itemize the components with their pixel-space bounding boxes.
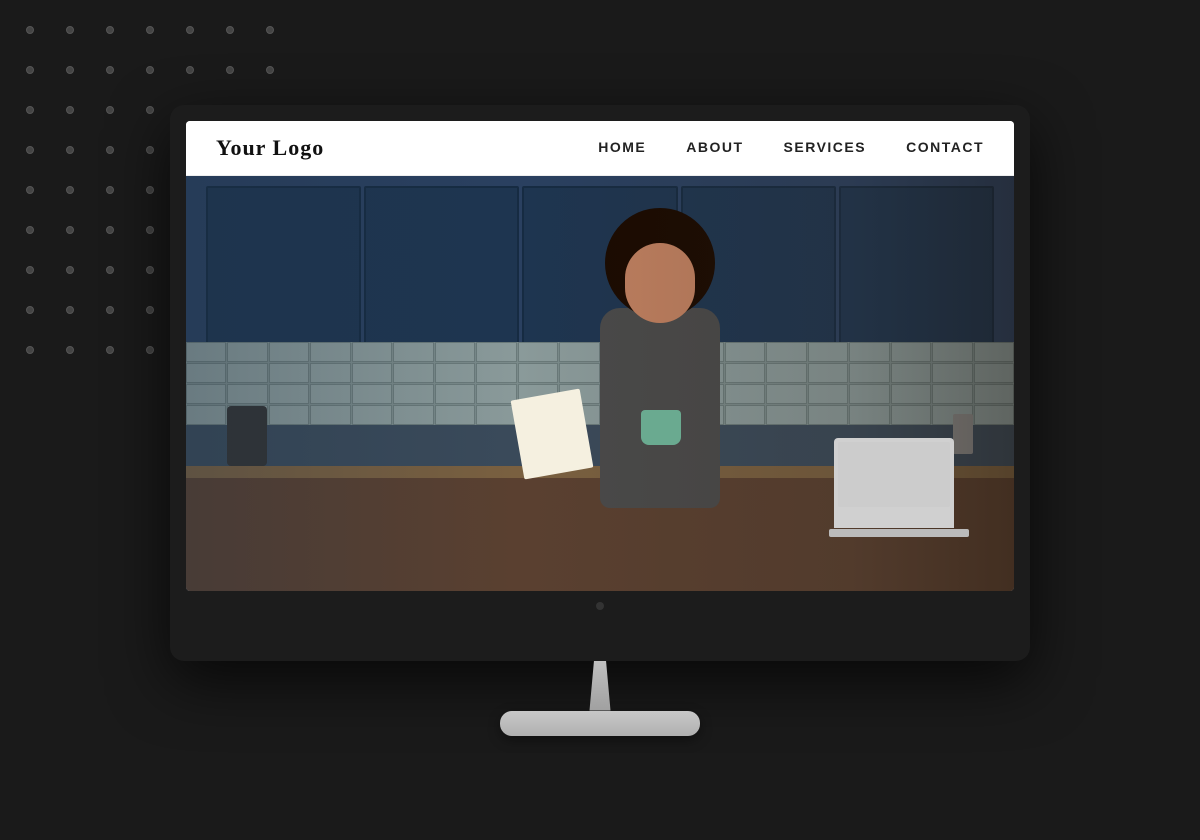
dot-grid-item bbox=[10, 250, 50, 290]
monitor: Your Logo HOME ABOUT SERVICES CONTACT bbox=[170, 105, 1030, 736]
dot-grid-item bbox=[130, 130, 170, 170]
nav-link-contact[interactable]: CONTACT bbox=[906, 139, 984, 155]
dot-grid-item bbox=[90, 10, 130, 50]
person-body bbox=[600, 308, 720, 508]
dot-grid-item bbox=[130, 210, 170, 250]
dot-grid-item bbox=[50, 90, 90, 130]
dot-grid-item bbox=[10, 90, 50, 130]
monitor-chin bbox=[186, 591, 1014, 621]
cabinet-1 bbox=[206, 186, 361, 363]
dot-grid-item bbox=[50, 50, 90, 90]
dot-grid-item bbox=[10, 10, 50, 50]
dot-grid-item bbox=[130, 10, 170, 50]
dot-grid-item bbox=[130, 290, 170, 330]
dot-grid-item bbox=[50, 250, 90, 290]
dot-grid-item bbox=[90, 210, 130, 250]
dot-grid-item bbox=[90, 170, 130, 210]
dot-grid-item bbox=[50, 170, 90, 210]
dot-grid-item bbox=[130, 50, 170, 90]
dot-grid-item bbox=[10, 330, 50, 370]
nav-link-about[interactable]: ABOUT bbox=[686, 139, 743, 155]
cabinet-2 bbox=[364, 186, 519, 363]
hero-scene bbox=[186, 176, 1014, 591]
dot-grid-item bbox=[90, 90, 130, 130]
nav-item-services[interactable]: SERVICES bbox=[784, 139, 867, 157]
dot-grid-item bbox=[10, 50, 50, 90]
paper-document bbox=[511, 389, 594, 480]
monitor-stand bbox=[500, 661, 700, 736]
nav-item-about[interactable]: ABOUT bbox=[686, 139, 743, 157]
dot-grid-item bbox=[10, 290, 50, 330]
dot-grid-item bbox=[50, 10, 90, 50]
nav-item-home[interactable]: HOME bbox=[598, 139, 646, 157]
dot-grid-item bbox=[210, 50, 250, 90]
dot-grid-item bbox=[170, 50, 210, 90]
dot-grid-item bbox=[50, 290, 90, 330]
nav-item-contact[interactable]: CONTACT bbox=[906, 139, 984, 157]
dot-grid-item bbox=[250, 50, 290, 90]
dot-grid-item bbox=[90, 50, 130, 90]
laptop-screen bbox=[834, 438, 954, 528]
dot-grid-item bbox=[10, 130, 50, 170]
dot-grid-item bbox=[210, 10, 250, 50]
dot-grid-item bbox=[90, 250, 130, 290]
monitor-bezel: Your Logo HOME ABOUT SERVICES CONTACT bbox=[170, 105, 1030, 661]
laptop-base bbox=[829, 529, 969, 537]
nav-link-services[interactable]: SERVICES bbox=[784, 139, 867, 155]
dot-grid-item bbox=[90, 330, 130, 370]
stand-neck bbox=[585, 661, 615, 711]
person-figure bbox=[560, 208, 760, 528]
dot-grid-item bbox=[130, 250, 170, 290]
dot-grid-item bbox=[10, 170, 50, 210]
monitor-screen: Your Logo HOME ABOUT SERVICES CONTACT bbox=[186, 121, 1014, 591]
dot-grid-item bbox=[50, 130, 90, 170]
navigation-bar: Your Logo HOME ABOUT SERVICES CONTACT bbox=[186, 121, 1014, 176]
dot-grid-item bbox=[90, 290, 130, 330]
dot-grid-item bbox=[250, 10, 290, 50]
cabinet-5 bbox=[839, 186, 994, 363]
logo: Your Logo bbox=[216, 135, 324, 161]
monitor-camera bbox=[596, 602, 604, 610]
nav-link-home[interactable]: HOME bbox=[598, 139, 646, 155]
dot-grid-item bbox=[10, 210, 50, 250]
dot-grid-item bbox=[130, 90, 170, 130]
dot-grid-item bbox=[130, 170, 170, 210]
hero-image bbox=[186, 176, 1014, 591]
nav-links: HOME ABOUT SERVICES CONTACT bbox=[598, 139, 984, 157]
dot-grid-item bbox=[90, 130, 130, 170]
dot-grid-item bbox=[130, 330, 170, 370]
coffee-mug bbox=[641, 410, 681, 445]
kitchen-appliance bbox=[227, 406, 267, 466]
dot-grid-item bbox=[50, 210, 90, 250]
dot-grid-item bbox=[170, 10, 210, 50]
shelf-item bbox=[953, 414, 973, 454]
stand-base bbox=[500, 711, 700, 736]
dot-grid-item bbox=[50, 330, 90, 370]
person-face bbox=[625, 243, 695, 323]
laptop-display bbox=[838, 442, 950, 507]
